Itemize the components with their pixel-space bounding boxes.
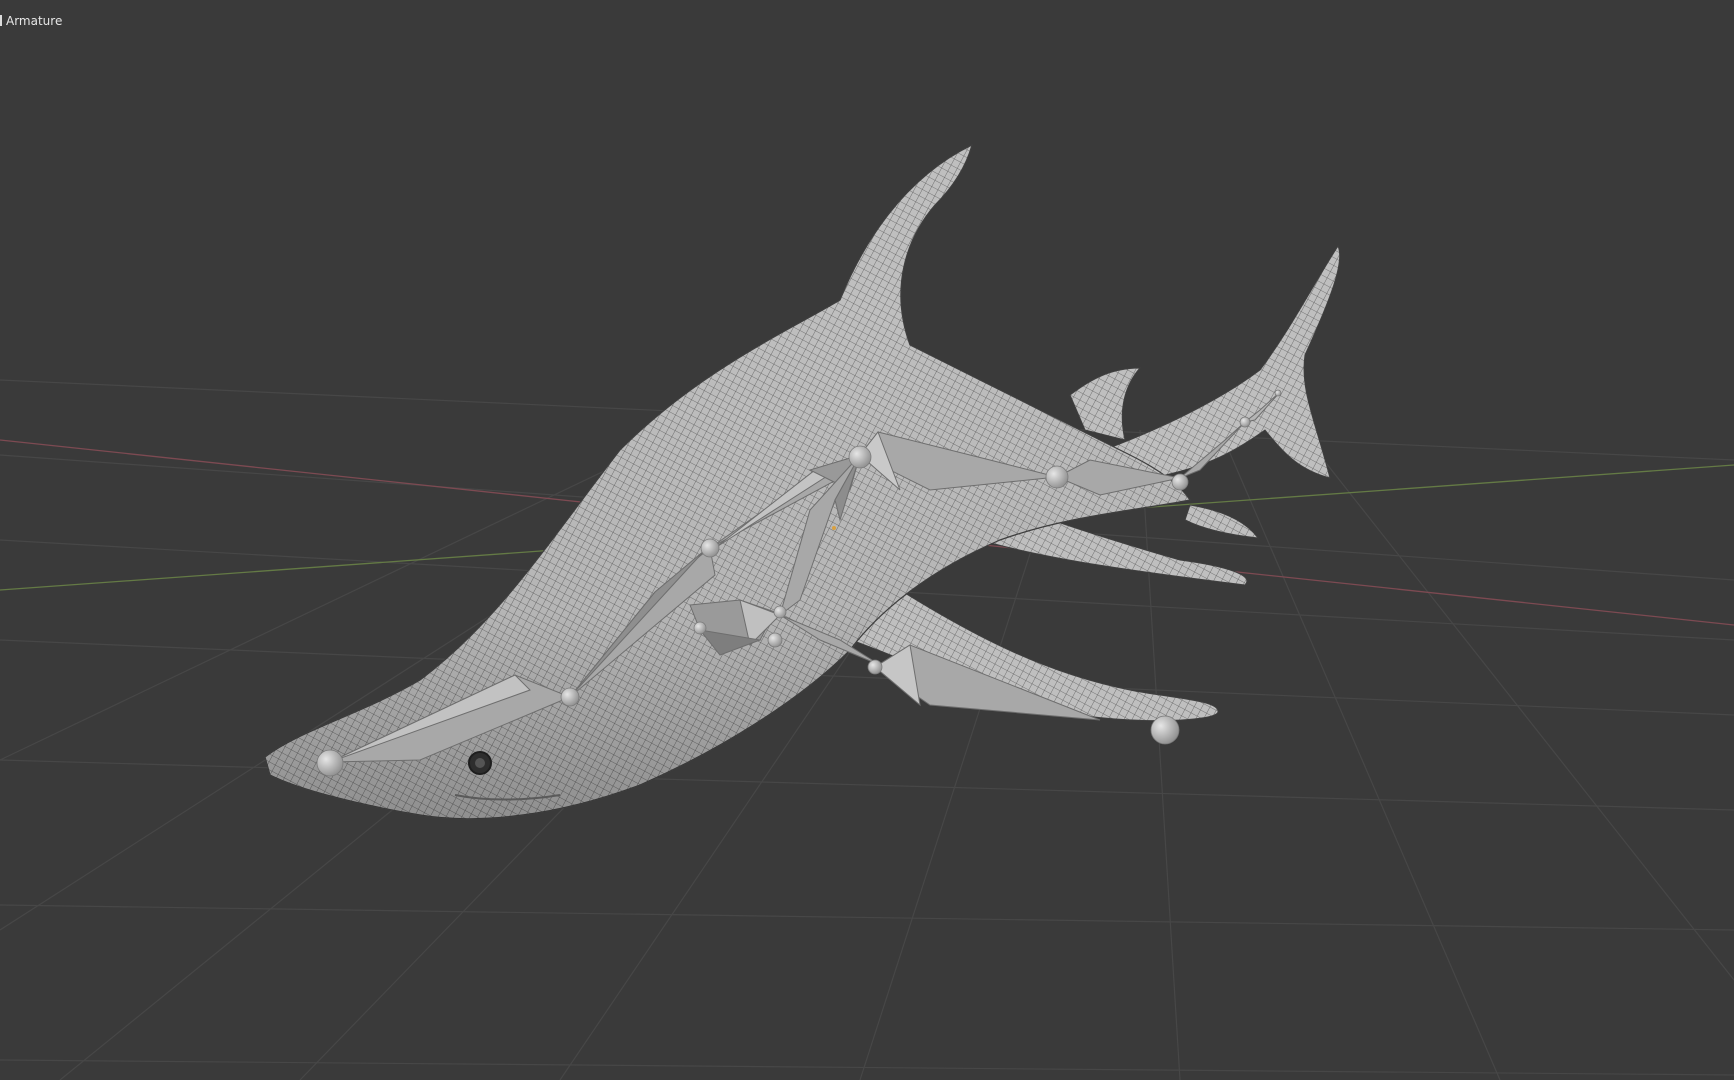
armature-icon (0, 15, 2, 26)
3d-viewport[interactable]: Armature (0, 0, 1734, 1080)
active-object-label: Armature (0, 14, 62, 28)
viewport-canvas[interactable] (0, 0, 1734, 1080)
object-origin (832, 526, 836, 530)
active-object-text: Armature (6, 14, 63, 28)
